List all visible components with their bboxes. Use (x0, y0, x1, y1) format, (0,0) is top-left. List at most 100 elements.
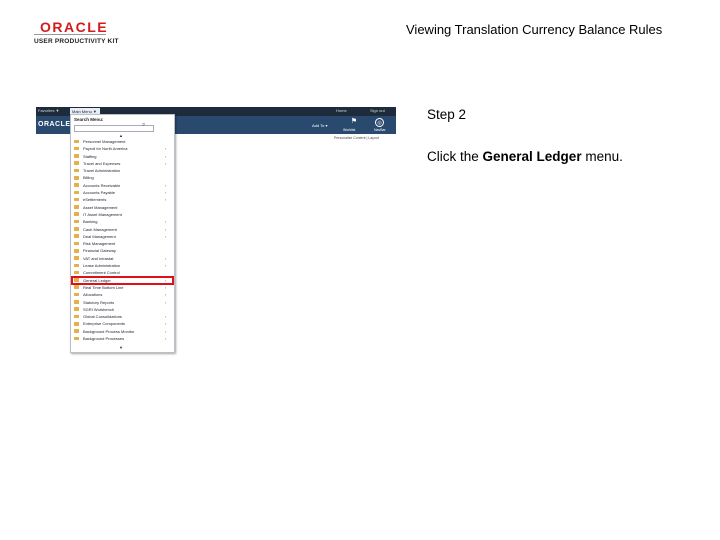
menu-item[interactable]: Personnel Management (73, 138, 171, 145)
menu-item-label: Enterprise Components (83, 321, 126, 327)
submenu-arrow-icon: › (165, 299, 167, 305)
submenu-arrow-icon: › (165, 190, 167, 196)
menu-item-label: Cash Management (83, 226, 117, 232)
folder-icon (74, 336, 79, 341)
menu-item-label: Statutory Reports (83, 299, 115, 305)
menu-item[interactable]: Accounts Receivable › (73, 182, 171, 189)
banner-logo: ORACLE (38, 121, 71, 128)
menu-item[interactable]: Real Time Bottom Line › (73, 284, 171, 291)
menu-item-label: Risk Management (83, 241, 116, 247)
menu-item-label: IT Asset Management (83, 211, 122, 217)
menu-item[interactable]: Accounts Payable › (73, 189, 171, 196)
folder-icon (74, 241, 79, 246)
menu-item-label: Travel and Expenses (83, 160, 121, 166)
logo-product: USER PRODUCTIVITY KIT (34, 38, 119, 45)
search-icon[interactable]: ⌕ (142, 122, 145, 129)
menu-item[interactable]: Asset Management (73, 204, 171, 211)
folder-icon (74, 300, 79, 304)
folder-icon (74, 161, 79, 165)
menu-item-label: Staffing (83, 153, 97, 159)
submenu-arrow-icon: › (165, 226, 167, 232)
submenu-arrow-icon: › (165, 146, 167, 152)
folder-icon (74, 190, 79, 195)
flag-icon[interactable]: ⚑ (348, 118, 360, 126)
folder-icon (74, 234, 79, 238)
menu-item[interactable]: Background Processes › (73, 335, 171, 342)
favorites-menu[interactable]: Favorites ▼ (38, 108, 60, 113)
menu-item-label: Deal Management (83, 233, 116, 239)
menu-item-label: Personnel Management (83, 139, 126, 144)
menu-item[interactable]: Payroll for North America › (73, 145, 171, 152)
menu-item[interactable]: Financial Gateway (73, 247, 171, 254)
menu-item[interactable]: eSettlements › (73, 196, 171, 203)
folder-icon (74, 285, 79, 290)
folder-icon (74, 227, 79, 231)
submenu-arrow-icon: › (165, 233, 167, 239)
instruction-prefix: Click the (427, 149, 483, 164)
menu-item[interactable]: Risk Management (73, 240, 171, 247)
menu-item[interactable]: Statutory Reports › (73, 299, 171, 306)
submenu-arrow-icon: › (165, 336, 167, 342)
folder-icon (74, 139, 79, 144)
oracle-upk-logo: ORACLE USER PRODUCTIVITY KIT (34, 20, 124, 45)
application-screenshot: Favorites ▼ Main Menu ▼ Home Sign out OR… (36, 107, 396, 353)
menu-item[interactable]: Cash Management › (73, 226, 171, 233)
submenu-arrow-icon: › (165, 263, 167, 269)
menu-item[interactable]: Deal Management › (73, 233, 171, 240)
menu-item-label: Global Consolidations (83, 314, 122, 320)
navbar-label[interactable]: NavBar (374, 128, 386, 132)
menu-item-label: Financial Gateway (83, 248, 116, 254)
menu-item-label: Accounts Payable (83, 190, 116, 196)
search-menu-label: Search Menu: (74, 117, 104, 122)
folder-icon (74, 168, 79, 173)
add-to-menu[interactable]: Add To ▾ (312, 123, 328, 128)
menu-item-label: Background Processes (83, 336, 125, 342)
step-label: Step 2 (427, 107, 467, 122)
submenu-arrow-icon: › (165, 160, 167, 166)
step-instruction: Click the General Ledger menu. (427, 149, 623, 164)
menu-item[interactable]: IT Asset Management (73, 211, 171, 218)
menu-item-label: Lease Administration (83, 263, 121, 269)
submenu-arrow-icon: › (165, 219, 167, 225)
folder-icon (74, 329, 79, 333)
folder-icon (74, 307, 79, 311)
menu-item-list: Personnel Management Payroll for North Am… (73, 138, 171, 342)
home-link[interactable]: Home (336, 108, 347, 113)
menu-item[interactable]: Lease Administration › (73, 262, 171, 269)
folder-icon (74, 270, 79, 275)
folder-icon (74, 183, 79, 187)
submenu-arrow-icon: › (165, 197, 167, 203)
menu-item[interactable]: Travel Administration (73, 167, 171, 174)
menu-item[interactable]: Travel and Expenses › (73, 160, 171, 167)
menu-item[interactable]: SGRI Workbench (73, 306, 171, 313)
submenu-arrow-icon: › (165, 153, 167, 159)
worklist-label[interactable]: Worklist (343, 128, 355, 132)
instruction-suffix: menu. (581, 149, 623, 164)
menu-item-label: SGRI Workbench (83, 306, 115, 312)
menu-item-label: Travel Administration (83, 168, 121, 174)
personalize-link[interactable]: Personalize Content | Layout (334, 136, 379, 140)
navbar-icon[interactable]: ◎ (375, 118, 384, 127)
menu-item[interactable]: Staffing › (73, 153, 171, 160)
logo-divider (34, 34, 106, 35)
menu-item-label: Allocations (83, 292, 103, 298)
submenu-arrow-icon: › (165, 284, 167, 290)
menu-item[interactable]: Enterprise Components › (73, 320, 171, 327)
menu-item[interactable]: VAT and Intrastat › (73, 255, 171, 262)
folder-icon (74, 263, 79, 268)
submenu-arrow-icon: › (165, 182, 167, 188)
menu-item[interactable]: Billing (73, 174, 171, 181)
menu-item[interactable]: Banking › (73, 218, 171, 225)
folder-icon (74, 248, 79, 253)
menu-item-label: Asset Management (83, 204, 118, 210)
scroll-down-icon[interactable]: ▼ (119, 345, 123, 350)
sign-out-link[interactable]: Sign out (370, 108, 385, 113)
menu-item[interactable]: Allocations › (73, 291, 171, 298)
menu-item[interactable]: Global Consolidations › (73, 313, 171, 320)
menu-item-label: Background Process Monitor (83, 328, 135, 334)
folder-icon (74, 197, 79, 202)
folder-icon (74, 205, 79, 209)
menu-item-label: eSettlements (83, 197, 107, 203)
menu-item[interactable]: Background Process Monitor › (73, 328, 171, 335)
menu-item-label: Banking (83, 219, 98, 225)
